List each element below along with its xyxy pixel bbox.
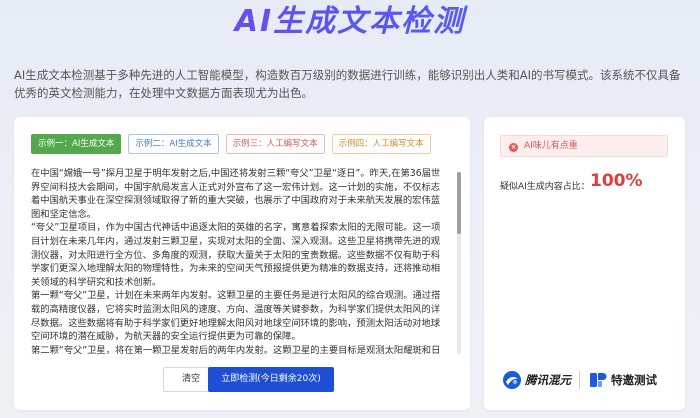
text-paragraph: 在中国“嫦娥一号”探月卫星于明年发射之后,中国还将发射三颗“夸父”卫星“逐日”。… — [31, 168, 441, 220]
text-input-area[interactable]: 在中国“嫦娥一号”探月卫星于明年发射之后,中国还将发射三颗“夸父”卫星“逐日”。… — [31, 167, 455, 357]
ai-ratio-label: 疑似AI生成内容占比： — [500, 182, 590, 192]
tejiao-icon — [590, 373, 607, 387]
tab-example-4[interactable]: 示例四：人工编写文本 — [331, 134, 431, 154]
example-tabs: 示例一：AI生成文本 示例二：AI生成文本 示例三：人工编写文本 示例四：人工编… — [31, 134, 431, 154]
ai-ratio-value: 100% — [590, 171, 643, 191]
partner-logos: 腾讯混元 特邀测试 — [502, 368, 672, 392]
intro-text: AI生成文本检测基于多种先进的人工智能模型，构造数百万级别的数据进行训练，能够识… — [14, 68, 681, 100]
detect-button[interactable]: 立即检测(今日剩余20次) — [208, 367, 334, 392]
page-title: AI生成文本检测 — [0, 2, 700, 42]
text-paragraph: 第二颗“夸父”卫星，将在第一颗卫星发射后的两年内发射。这颗卫星的主要目标是观测太… — [31, 344, 441, 356]
hunyuan-icon — [503, 371, 521, 389]
scrollbar-thumb[interactable] — [457, 172, 461, 234]
text-paragraph: “夸父”卫星项目，作为中国古代神话中追逐太阳的英雄的名字，寓意着探索太阳的无限可… — [31, 222, 441, 288]
tab-example-2[interactable]: 示例二：AI生成文本 — [128, 134, 219, 154]
alert-text: AI味儿有点重 — [524, 141, 578, 151]
input-panel: 示例一：AI生成文本 示例二：AI生成文本 示例三：人工编写文本 示例四：人工编… — [14, 117, 470, 410]
result-alert: × AI味儿有点重 — [500, 135, 668, 157]
tab-example-1[interactable]: 示例一：AI生成文本 — [31, 134, 122, 154]
tejiao-label: 特邀测试 — [611, 373, 657, 387]
logo-divider — [579, 371, 580, 389]
tab-example-3[interactable]: 示例三：人工编写文本 — [225, 134, 325, 154]
tejiao-logo: 特邀测试 — [588, 370, 657, 390]
result-panel: × AI味儿有点重 疑似AI生成内容占比： 100% 腾讯混元 特邀测试 — [484, 117, 685, 410]
hunyuan-logo: 腾讯混元 — [502, 370, 571, 390]
text-scrollbar[interactable] — [457, 172, 461, 354]
hunyuan-label: 腾讯混元 — [525, 373, 571, 387]
error-icon: × — [509, 143, 518, 152]
text-paragraph: 第一颗“夸父”卫星，计划在未来两年内发射。这颗卫星的主要任务是进行太阳风的综合观… — [31, 290, 441, 343]
